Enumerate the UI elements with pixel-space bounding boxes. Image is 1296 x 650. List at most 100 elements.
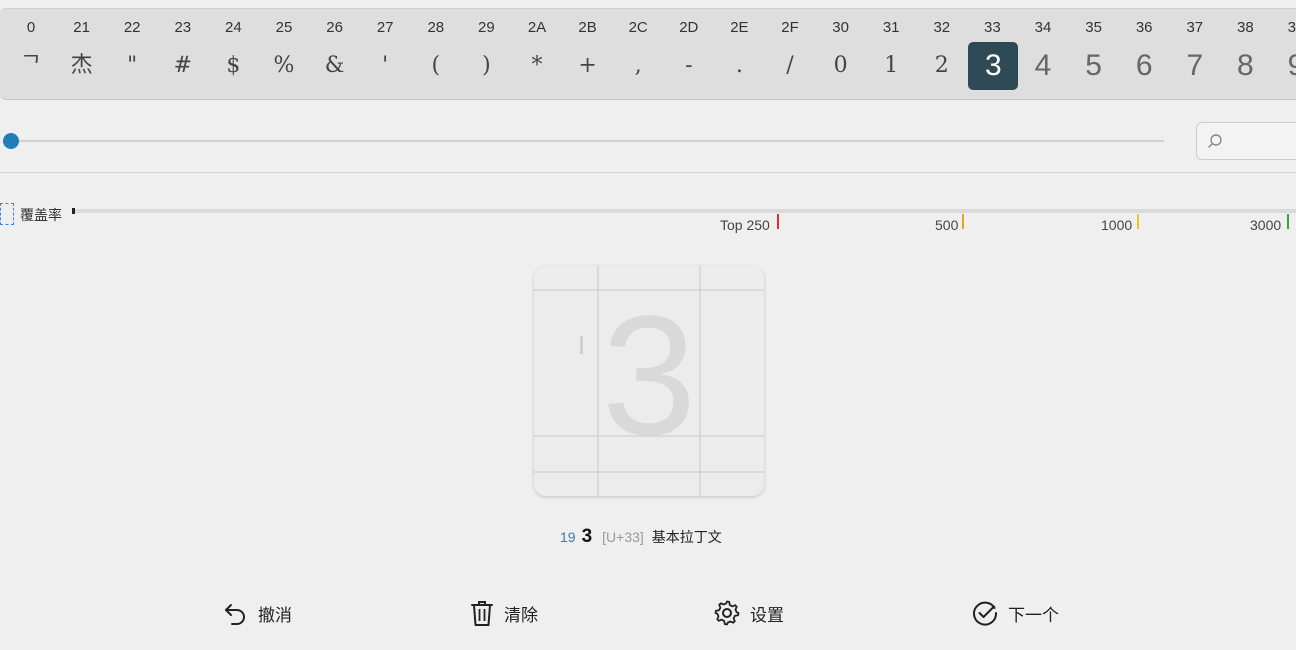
glyph-char-label: 9 [1271,42,1296,90]
coverage-tick-mark [777,214,779,229]
glyph-cell[interactable]: 23 # [158,9,208,99]
search-input[interactable] [1196,122,1296,160]
glyph-cell[interactable]: 25% [259,9,309,99]
glyph-cell[interactable]: 27 ' [360,9,410,99]
coverage-handle-icon[interactable] [0,203,14,225]
glyph-cell[interactable]: 2F / [765,9,815,99]
glyph-char-label: ) [482,53,491,78]
glyph-char-label: 4 [1034,49,1052,82]
glyph-char-label: 1 [884,53,899,78]
glyph-code-label: 33 [984,19,1001,36]
coverage-tick-mark [962,214,964,229]
glyph-cell[interactable]: 0ᄀ [6,9,56,99]
glyph-slider-area [0,116,1296,173]
undo-icon [225,604,245,625]
glyph-code-label: 22 [123,19,141,36]
glyph-code-label: 37 [1186,19,1204,36]
glyph-cell[interactable]: 38 8 [1220,9,1270,99]
glyph-cell[interactable]: 28 ( [411,9,461,99]
coverage-tick-mark [1137,214,1139,229]
glyph-code-label: 26 [326,19,343,36]
trash-icon [471,601,493,626]
glyph-slider-track[interactable] [8,140,1164,142]
glyph-strip: 0 ᄀ 21 杰 22 " 23 #24 $25% 26 & 27 ' 28(29) 2A * 2B +2C, 2D… [0,8,1296,100]
glyph-cell[interactable]: 2D - [664,9,714,99]
glyph-code-label: 32 [933,19,951,36]
clear-label: 清除 [504,605,538,625]
coverage-tick-label: 500 [935,217,959,233]
glyph-code-label: 2D [679,19,699,36]
glyph-char-label: + [578,53,597,78]
glyph-cell[interactable]: 22 " [107,9,157,99]
glyph-code-label: 2B [578,19,597,36]
glyph-cell[interactable]: 2A * [512,9,562,99]
glyph-slider-thumb[interactable] [3,133,19,149]
glyph-cell[interactable]: 36 6 [1119,9,1169,99]
clear-button[interactable]: 清除 [470,598,538,628]
glyph-char-label: . [735,53,743,78]
settings-button[interactable]: 设置 [714,598,784,628]
glyph-cell[interactable]: 2B + [563,9,613,99]
search-icon [1208,134,1222,148]
glyph-info: 19 3 [U+33] 基本拉丁文 [560,526,722,548]
glyph-code-label: 27 [376,19,394,36]
glyph-code-label: 31 [882,19,900,36]
next-label: 下一个 [1008,605,1059,625]
glyph-char-label: 8 [1237,49,1254,82]
glyph-cell[interactable]: 35 5 [1069,9,1119,99]
glyph-cell[interactable]: 2C, [613,9,663,99]
undo-button[interactable]: 撤消 [224,598,292,628]
glyph-char-label: ᄀ [20,53,42,78]
coverage-tick-label: Top 250 [720,217,770,233]
glyph-char-label: " [127,53,138,78]
glyph-code-label: 29 [478,19,495,36]
glyph-block: 基本拉丁文 [651,529,722,545]
glyph-code-label: 28 [427,19,445,36]
glyph-cell[interactable]: 30 0 [816,9,866,99]
guide-glyph: 3 [602,281,697,471]
next-button[interactable]: 下一个 [972,598,1059,628]
glyph-code-label: 2F [781,19,799,36]
glyph-codepoint: [U+33] [602,529,644,545]
settings-label: 设置 [750,605,784,625]
glyph-char-label: 0 [833,53,848,78]
glyph-cell[interactable]: 26 & [310,9,360,99]
glyph-cell[interactable]: 21 杰 [57,9,107,99]
check-circle-icon [973,601,998,626]
writing-grid: 3 [534,266,764,496]
glyph-code-label: 36 [1135,19,1153,36]
glyph-char: 3 [581,526,593,547]
undo-label: 撤消 [258,605,292,625]
glyph-code-label: 39 [1287,19,1296,36]
glyph-code-label: 24 [225,19,242,36]
coverage-bar-fill [72,208,75,214]
glyph-cell[interactable]: 37 7 [1170,9,1220,99]
glyph-cell[interactable]: 31 1 [866,9,916,99]
glyph-code-label: 30 [832,19,849,36]
glyph-char-label: 杰 [70,53,93,78]
glyph-char-label: ( [431,53,441,78]
glyph-code-label: 23 [174,19,192,36]
coverage-tick-label: 3000 [1250,217,1282,233]
glyph-char-label: & [324,53,345,78]
glyph-cell[interactable]: 34 4 [1018,9,1068,99]
glyph-cell[interactable]: 32 2 [917,9,967,99]
glyph-cell[interactable]: 24 $ [208,9,258,99]
glyph-char-label: 5 [1085,49,1102,82]
glyph-code-label: 25 [275,19,293,36]
glyph-cell[interactable]: 33 3 [967,9,1019,99]
writing-canvas[interactable]: 3 [534,266,764,496]
coverage-label: 覆盖率 [20,207,62,223]
coverage-tick-mark [1287,214,1289,229]
glyph-code-label: 0 [26,19,36,36]
glyph-code-label: 2A [527,19,547,36]
glyph-cell[interactable]: 399 [1271,9,1296,99]
glyph-index: 19 [560,529,576,545]
glyph-char-label: / [786,53,794,78]
glyph-code-label: 2E [730,19,749,36]
glyph-char-label: $ [226,53,241,78]
glyph-cell[interactable]: 2E. [714,9,764,99]
glyph-char-label: 3 [968,42,1019,90]
glyph-cell[interactable]: 29) [461,9,511,99]
glyph-char-label: % [273,53,295,78]
